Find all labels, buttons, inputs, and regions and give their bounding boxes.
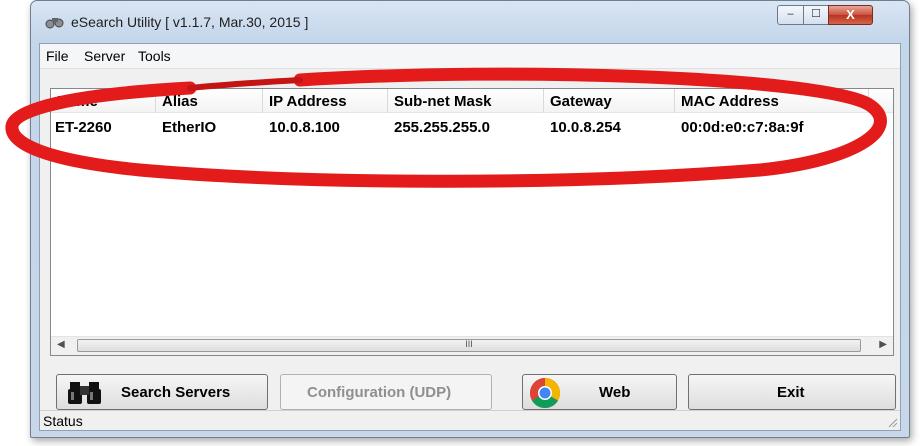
maximize-button[interactable]: ☐ [803,5,829,25]
exit-button[interactable]: Exit [688,374,896,410]
column-header-filler [869,89,893,113]
binoculars-icon [45,18,64,29]
resize-grip-icon[interactable] [886,416,898,428]
cell-name: ET-2260 [55,119,112,136]
close-button[interactable]: X [828,5,873,25]
web-label: Web [599,384,631,401]
minimize-button[interactable]: – [777,5,804,25]
client-area: File Server Tools Name Alias IP Address … [39,43,901,431]
column-header-ip-address[interactable]: IP Address [263,89,388,113]
column-header-name[interactable]: Name [51,89,156,113]
cell-mac-address: 00:0d:e0:c7:8a:9f [681,119,804,136]
configuration-udp-label: Configuration (UDP) [307,384,452,401]
web-button[interactable]: Web [522,374,677,410]
chrome-browser-icon [529,378,561,409]
column-header-subnet-mask[interactable]: Sub-net Mask [388,89,544,113]
cell-gateway: 10.0.8.254 [550,119,621,136]
search-servers-button[interactable]: Search Servers [56,374,268,410]
scroll-left-icon[interactable]: ◀ [57,339,65,350]
configuration-udp-button[interactable]: Configuration (UDP) [280,374,492,410]
menu-tools[interactable]: Tools [138,48,171,64]
column-header-gateway[interactable]: Gateway [544,89,675,113]
app-window: eSearch Utility [ v1.1.7, Mar.30, 2015 ]… [30,0,910,438]
column-header-mac-address[interactable]: MAC Address [675,89,869,113]
cell-alias: EtherIO [162,119,217,136]
menu-bar: File Server Tools [40,44,900,69]
server-list[interactable]: Name Alias IP Address Sub-net Mask Gatew… [50,88,894,356]
window-title: eSearch Utility [ v1.1.7, Mar.30, 2015 ] [71,14,309,30]
status-text: Status [43,413,83,429]
status-bar: Status [40,410,900,430]
column-header-alias[interactable]: Alias [156,89,263,113]
cell-ip-address: 10.0.8.100 [269,119,340,136]
horizontal-scrollbar[interactable]: ◀ III ▶ [51,336,893,355]
scroll-right-icon[interactable]: ▶ [879,339,887,350]
search-servers-label: Search Servers [121,384,231,401]
title-bar[interactable]: eSearch Utility [ v1.1.7, Mar.30, 2015 ]… [31,1,909,43]
scroll-thumb[interactable]: III [77,339,861,352]
menu-server[interactable]: Server [84,48,125,64]
binoculars-icon [68,382,101,404]
menu-file[interactable]: File [46,48,69,64]
exit-label: Exit [777,384,805,401]
cell-subnet-mask: 255.255.255.0 [394,119,490,136]
